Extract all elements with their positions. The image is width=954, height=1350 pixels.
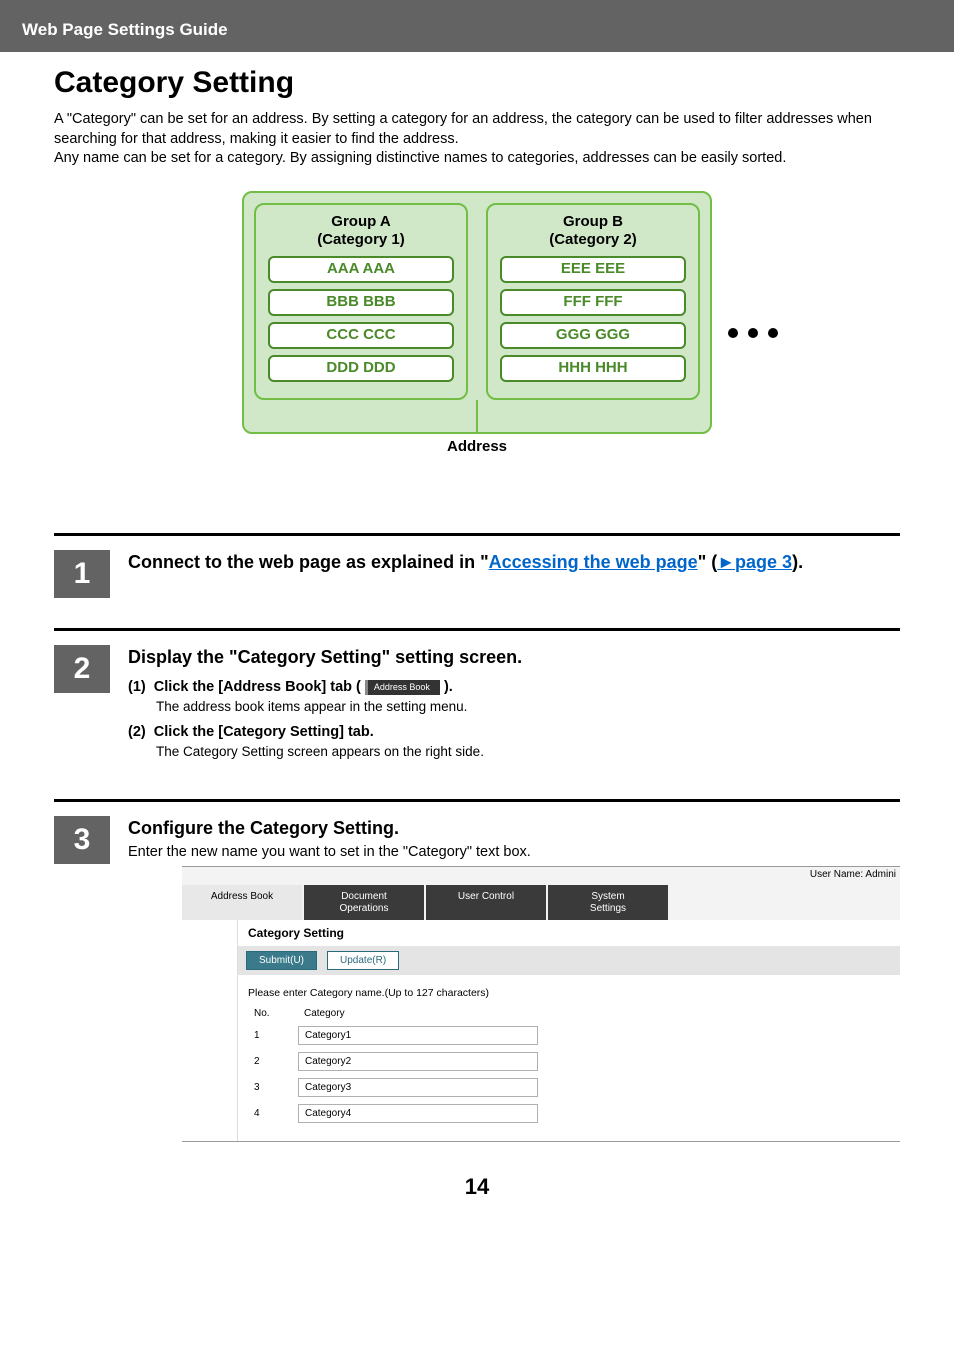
step-2: 2 Display the "Category Setting" setting… xyxy=(54,631,900,799)
category-input[interactable] xyxy=(298,1052,538,1071)
step-3: 3 Configure the Category Setting. Enter … xyxy=(54,802,900,1152)
table-row: 1 xyxy=(248,1022,890,1048)
submit-button[interactable]: Submit(U) xyxy=(246,951,317,970)
screenshot-sidebar xyxy=(182,920,238,1142)
table-row: 3 xyxy=(248,1074,890,1100)
sub-label: (2) xyxy=(128,724,146,740)
intro-paragraph: A "Category" can be set for an address. … xyxy=(54,110,900,169)
screenshot-heading: Category Setting xyxy=(238,920,900,946)
step-2-sub2: (2) Click the [Category Setting] tab. xyxy=(128,724,900,740)
link-text: page 3 xyxy=(735,552,792,572)
diagram-group-a: Group A (Category 1) AAA AAA BBB BBB CCC… xyxy=(254,203,468,401)
link-accessing-web-page[interactable]: Accessing the web page xyxy=(489,552,698,572)
table-header: No. Category xyxy=(248,1005,890,1022)
sub-label: (1) xyxy=(128,679,146,695)
text: ). xyxy=(792,552,803,572)
address-item: HHH HHH xyxy=(500,355,686,382)
diagram-stem xyxy=(476,400,478,432)
screenshot-note: Please enter Category name.(Up to 127 ch… xyxy=(238,975,900,1005)
page-content: Category Setting A "Category" can be set… xyxy=(0,52,954,1228)
screenshot-main: Category Setting Submit(U) Update(R) Ple… xyxy=(238,920,900,1142)
tab-user-control[interactable]: User Control xyxy=(426,885,546,920)
category-diagram: Group A (Category 1) AAA AAA BBB BBB CCC… xyxy=(242,191,712,435)
text: Connect to the web page as explained in … xyxy=(128,552,489,572)
step-1-text: Connect to the web page as explained in … xyxy=(128,550,900,574)
update-button[interactable]: Update(R) xyxy=(327,951,399,970)
tab-document-operations[interactable]: Document Operations xyxy=(304,885,424,920)
step-2-note1: The address book items appear in the set… xyxy=(156,699,900,714)
address-item: DDD DDD xyxy=(268,355,454,382)
text: Click the [Category Setting] tab. xyxy=(154,724,374,740)
category-setting-screenshot: User Name: Admini Address Book Document … xyxy=(182,866,900,1142)
category-table: No. Category 1 2 xyxy=(238,1005,900,1126)
page-number: 14 xyxy=(54,1152,900,1228)
diagram-container: Group A (Category 1) AAA AAA BBB BBB CCC… xyxy=(54,191,900,511)
row-no: 2 xyxy=(248,1056,298,1067)
step-3-heading: Configure the Category Setting. xyxy=(128,816,900,840)
step-2-heading: Display the "Category Setting" setting s… xyxy=(128,645,900,669)
address-item: FFF FFF xyxy=(500,289,686,316)
row-no: 1 xyxy=(248,1030,298,1041)
screenshot-button-row: Submit(U) Update(R) xyxy=(238,946,900,975)
step-2-note2: The Category Setting screen appears on t… xyxy=(156,744,900,759)
screenshot-tabs: Address Book Document Operations User Co… xyxy=(182,867,900,920)
category-input[interactable] xyxy=(298,1104,538,1123)
step-1: 1 Connect to the web page as explained i… xyxy=(54,536,900,628)
document-header: Web Page Settings Guide xyxy=(0,0,954,52)
category-input[interactable] xyxy=(298,1078,538,1097)
table-row: 4 xyxy=(248,1100,890,1126)
diagram-group-b: Group B (Category 2) EEE EEE FFF FFF GGG… xyxy=(486,203,700,401)
row-no: 3 xyxy=(248,1082,298,1093)
th-no: No. xyxy=(248,1005,298,1022)
arrow-icon: ► xyxy=(717,552,735,572)
row-no: 4 xyxy=(248,1108,298,1119)
address-item: BBB BBB xyxy=(268,289,454,316)
user-name-label: User Name: Admini xyxy=(810,869,896,880)
text: ). xyxy=(444,679,453,695)
step-3-sub: Enter the new name you want to set in th… xyxy=(128,844,900,860)
step-number: 2 xyxy=(54,645,110,693)
table-row: 2 xyxy=(248,1048,890,1074)
group-a-title: Group A (Category 1) xyxy=(264,213,458,251)
document-header-title: Web Page Settings Guide xyxy=(22,20,228,39)
text: " ( xyxy=(698,552,718,572)
step-number: 1 xyxy=(54,550,110,598)
tab-system-settings[interactable]: System Settings xyxy=(548,885,668,920)
diagram-label: Address xyxy=(54,438,900,455)
address-item: AAA AAA xyxy=(268,256,454,283)
th-category: Category xyxy=(298,1005,548,1022)
category-input[interactable] xyxy=(298,1026,538,1045)
page-title: Category Setting xyxy=(54,66,900,100)
link-page-ref[interactable]: ►page 3 xyxy=(717,552,792,572)
address-item: CCC CCC xyxy=(268,322,454,349)
address-item: EEE EEE xyxy=(500,256,686,283)
tab-address-book[interactable]: Address Book xyxy=(182,885,302,920)
ellipsis-icon xyxy=(728,328,778,338)
group-b-title: Group B (Category 2) xyxy=(496,213,690,251)
step-number: 3 xyxy=(54,816,110,864)
address-item: GGG GGG xyxy=(500,322,686,349)
steps-list: 1 Connect to the web page as explained i… xyxy=(54,533,900,1153)
step-2-sub1: (1) Click the [Address Book] tab ( Addre… xyxy=(128,679,900,695)
text: Click the [Address Book] tab ( xyxy=(154,679,361,695)
address-book-tab-chip: Address Book xyxy=(365,680,440,695)
